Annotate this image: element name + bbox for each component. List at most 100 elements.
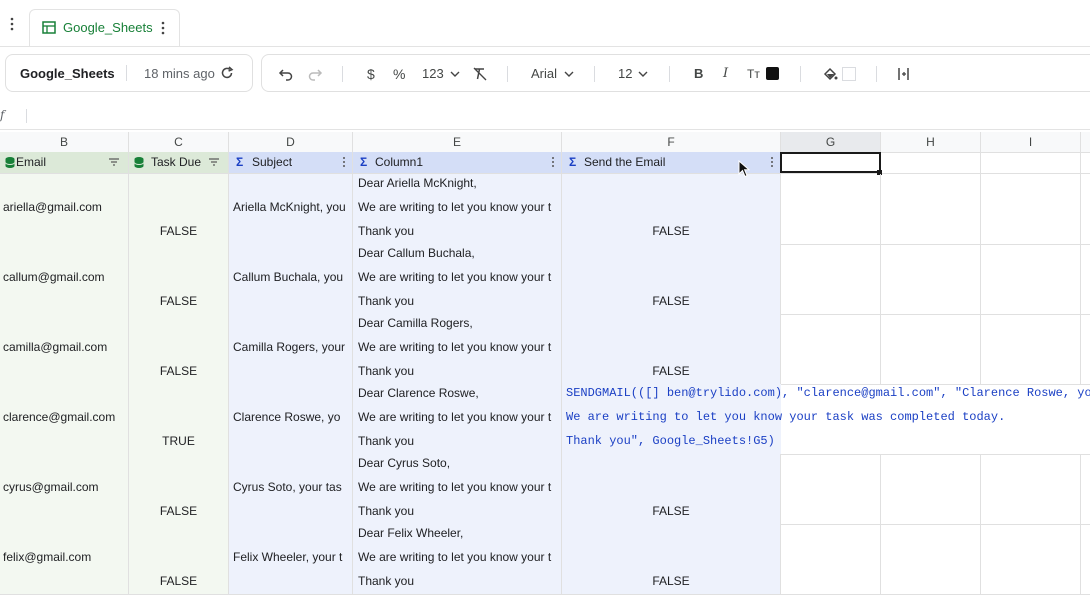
subject-cell[interactable]: Felix Wheeler, your t <box>229 524 353 594</box>
email-cell[interactable]: camilla@gmail.com <box>0 314 129 384</box>
empty-cell[interactable] <box>781 524 881 594</box>
undo-button[interactable] <box>278 66 294 82</box>
task-due-cell[interactable]: FALSE <box>129 174 229 244</box>
column1-cell[interactable]: Dear Felix Wheeler, We are writing to le… <box>353 524 562 594</box>
email-value: felix@gmail.com <box>3 550 92 564</box>
column1-cell[interactable]: Dear Clarence Roswe, We are writing to l… <box>353 384 562 454</box>
subject-cell[interactable]: Camilla Rogers, your <box>229 314 353 384</box>
email-cell[interactable]: clarence@gmail.com <box>0 384 129 454</box>
bold-button[interactable]: B <box>694 66 703 82</box>
send-email-cell[interactable]: FALSE <box>562 174 781 244</box>
empty-cell[interactable] <box>881 244 981 314</box>
body-line: Thank you <box>358 294 415 308</box>
sigma-icon: Σ <box>236 155 244 169</box>
column-menu-icon[interactable] <box>551 156 555 168</box>
empty-cell[interactable] <box>981 314 1081 384</box>
column-menu-icon[interactable] <box>342 156 346 168</box>
task-due-cell[interactable]: FALSE <box>129 454 229 524</box>
body-line: Dear Camilla Rogers, <box>358 316 473 330</box>
send-email-cell[interactable]: FALSE <box>562 454 781 524</box>
column-menu-icon[interactable] <box>770 156 774 168</box>
text-color-button[interactable]: Tт <box>747 66 760 82</box>
body-line: We are writing to let you know your t <box>358 480 552 494</box>
column-header-b[interactable]: B <box>0 132 129 152</box>
task-due-cell[interactable]: TRUE <box>129 384 229 454</box>
filter-icon[interactable] <box>208 156 220 168</box>
italic-button[interactable]: I <box>723 66 728 82</box>
send-email-cell[interactable]: FALSE <box>562 314 781 384</box>
header-send-email-label: Send the Email <box>584 155 666 169</box>
column-header-f[interactable]: F <box>562 132 781 152</box>
empty-cell[interactable] <box>881 524 981 594</box>
empty-cell[interactable] <box>781 174 881 244</box>
font-size-dropdown[interactable]: 12 <box>618 66 632 82</box>
table-row: clarence@gmail.com TRUE Clarence Roswe, … <box>0 384 1090 455</box>
table-row: ariella@gmail.com FALSE Ariella McKnight… <box>0 174 1090 245</box>
column-header-d[interactable]: D <box>229 132 353 152</box>
document-title[interactable]: Google_Sheets <box>20 66 115 81</box>
task-due-cell[interactable]: FALSE <box>129 244 229 314</box>
number-format-dropdown[interactable]: 123 <box>422 66 444 82</box>
column1-cell[interactable]: Dear Camilla Rogers, We are writing to l… <box>353 314 562 384</box>
tab-menu-icon[interactable] <box>160 21 166 35</box>
column1-cell[interactable]: Dear Callum Buchala, We are writing to l… <box>353 244 562 314</box>
cell-i1[interactable] <box>981 152 1081 173</box>
empty-cell[interactable] <box>881 314 981 384</box>
refresh-icon[interactable] <box>220 66 234 80</box>
undo-icon <box>278 69 293 81</box>
empty-cell[interactable] <box>981 454 1081 524</box>
empty-cell[interactable] <box>781 314 881 384</box>
chevron-down-icon <box>450 71 460 77</box>
send-email-cell[interactable]: FALSE <box>562 524 781 594</box>
header-column1[interactable]: Σ Column1 <box>353 152 562 173</box>
filter-icon[interactable] <box>108 156 120 168</box>
column1-cell[interactable]: Dear Ariella McKnight, We are writing to… <box>353 174 562 244</box>
fill-color-button[interactable] <box>822 66 838 82</box>
task-due-value: FALSE <box>159 294 198 308</box>
header-subject[interactable]: Σ Subject <box>229 152 353 173</box>
column-header-c[interactable]: C <box>129 132 229 152</box>
borders-button[interactable] <box>896 66 912 82</box>
column-header-e[interactable]: E <box>353 132 562 152</box>
column1-cell[interactable]: Dear Cyrus Soto, We are writing to let y… <box>353 454 562 524</box>
sheet-tab[interactable]: Google_Sheets <box>29 9 180 46</box>
subject-cell[interactable]: Ariella McKnight, you <box>229 174 353 244</box>
empty-cell[interactable] <box>981 174 1081 244</box>
column-header-h[interactable]: H <box>881 132 981 152</box>
text-color-swatch <box>766 67 779 80</box>
subject-cell[interactable]: Callum Buchala, you <box>229 244 353 314</box>
task-due-cell[interactable]: FALSE <box>129 314 229 384</box>
sigma-icon: Σ <box>569 155 577 169</box>
percent-format-button[interactable]: % <box>393 66 405 82</box>
subject-value: Camilla Rogers, your <box>233 340 346 354</box>
empty-cell[interactable] <box>881 174 981 244</box>
subject-cell[interactable]: Clarence Roswe, yo <box>229 384 353 454</box>
font-family-dropdown[interactable]: Arial <box>531 66 557 82</box>
header-email[interactable]: Email <box>0 152 129 173</box>
empty-cell[interactable] <box>981 244 1081 314</box>
email-cell[interactable]: callum@gmail.com <box>0 244 129 314</box>
table-row: cyrus@gmail.com FALSE Cyrus Soto, your t… <box>0 454 1090 525</box>
table-row: camilla@gmail.com FALSE Camilla Rogers, … <box>0 314 1090 385</box>
email-cell[interactable]: ariella@gmail.com <box>0 174 129 244</box>
email-cell[interactable]: felix@gmail.com <box>0 524 129 594</box>
cell-h1[interactable] <box>881 152 981 173</box>
clear-formatting-button[interactable] <box>472 66 488 82</box>
task-due-cell[interactable]: FALSE <box>129 524 229 594</box>
header-task-due[interactable]: Task Due <box>129 152 229 173</box>
task-due-value: TRUE <box>162 434 195 448</box>
currency-format-button[interactable]: $ <box>367 66 375 82</box>
empty-cell[interactable] <box>981 524 1081 594</box>
empty-cell[interactable] <box>781 454 881 524</box>
email-cell[interactable]: cyrus@gmail.com <box>0 454 129 524</box>
body-line: We are writing to let you know your t <box>358 410 552 424</box>
empty-cell[interactable] <box>881 454 981 524</box>
more-vert-icon[interactable] <box>6 17 18 31</box>
send-value: FALSE <box>652 224 690 238</box>
empty-cell[interactable] <box>781 244 881 314</box>
send-email-cell[interactable]: FALSE <box>562 244 781 314</box>
redo-button[interactable] <box>307 66 323 82</box>
column-header-g[interactable]: G <box>781 132 881 152</box>
column-header-i[interactable]: I <box>981 132 1081 152</box>
subject-cell[interactable]: Cyrus Soto, your tas <box>229 454 353 524</box>
